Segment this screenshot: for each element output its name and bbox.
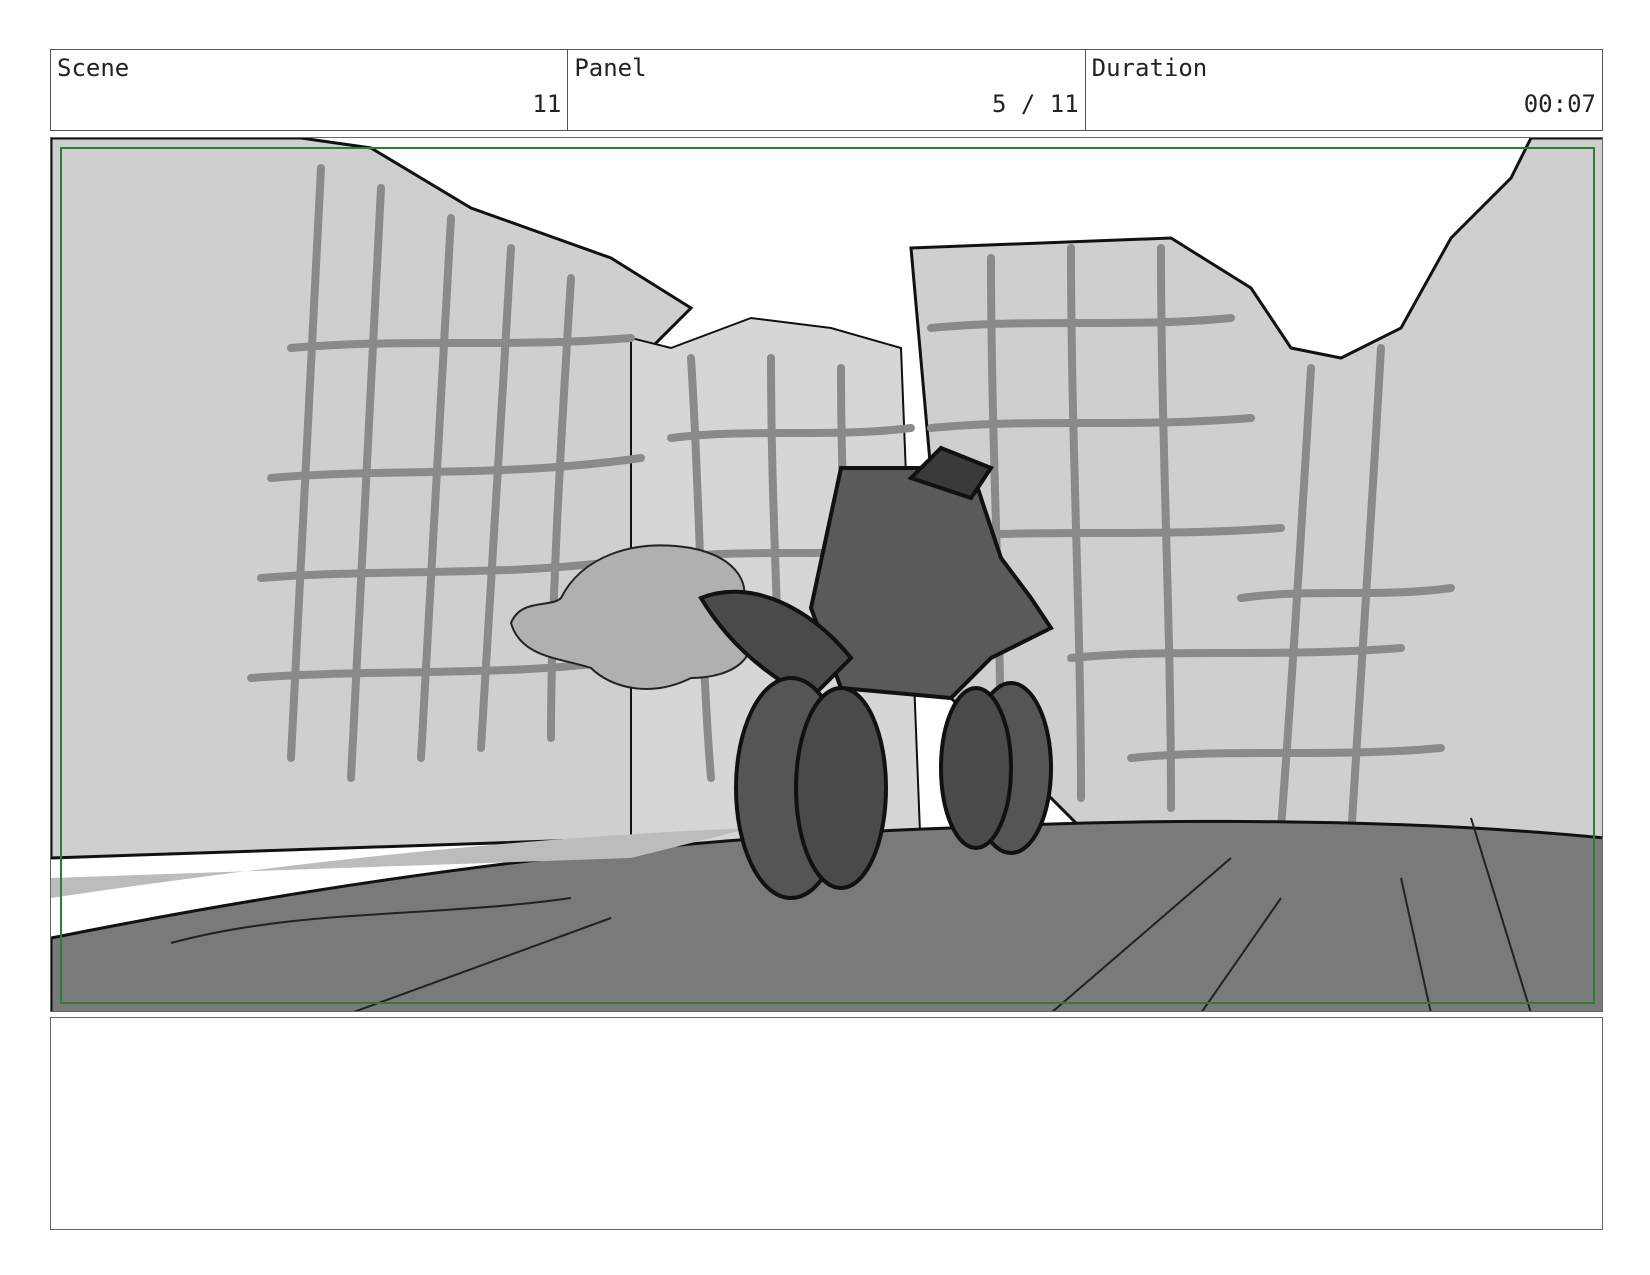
duration-value: 00:07 [1523,90,1596,118]
scene-label: Scene [57,54,130,82]
duration-cell: Duration 00:07 [1086,50,1602,130]
scene-value: 11 [532,90,562,118]
panel-label: Panel [574,54,647,82]
sketch-canvas [51,138,1602,1011]
panel-value: 5 / 11 [991,90,1079,118]
notes-area[interactable] [50,1017,1603,1230]
storyboard-header: Scene 11 Panel 5 / 11 Duration 00:07 [50,49,1603,131]
duration-label: Duration [1091,54,1208,82]
scene-cell: Scene 11 [51,50,569,130]
panel-cell: Panel 5 / 11 [568,50,1086,130]
storyboard-frame [50,137,1603,1012]
